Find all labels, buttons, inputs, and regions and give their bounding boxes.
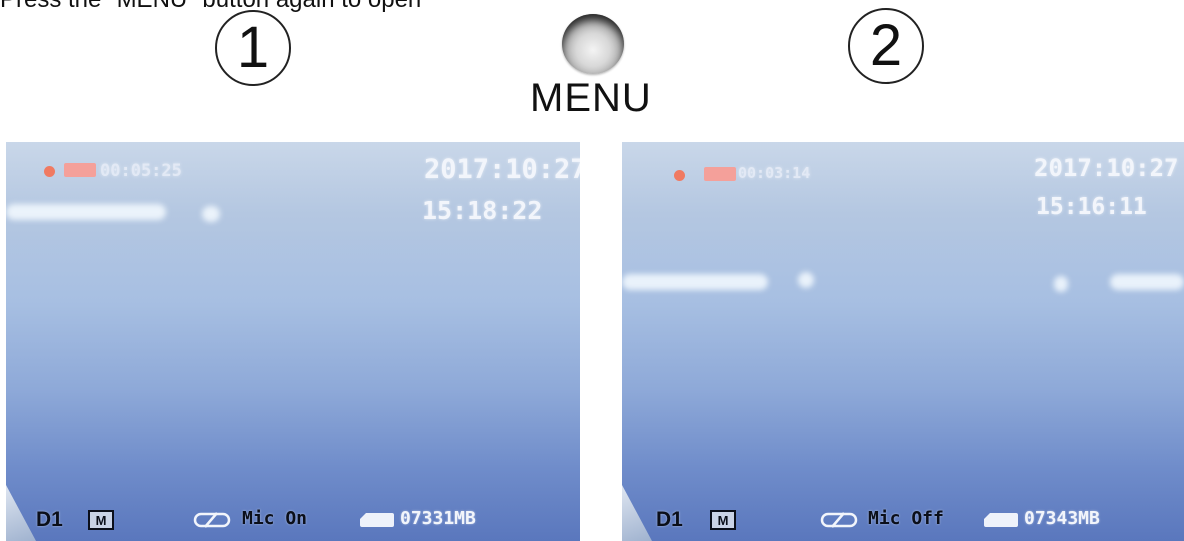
- storage-remaining: 07343MB: [1024, 508, 1100, 529]
- screen-glare: [202, 206, 220, 222]
- clock-readout: 15:18:22: [422, 196, 543, 225]
- screen-glare: [1110, 274, 1184, 290]
- clock-readout: 15:16:11: [1036, 194, 1147, 220]
- mode-indicator: M: [88, 510, 114, 530]
- screen-glare: [622, 274, 768, 290]
- record-badge-icon: [64, 163, 96, 177]
- sd-card-icon: [360, 513, 394, 527]
- elapsed-time: 00:05:25: [100, 161, 182, 181]
- loop-record-icon: [193, 512, 231, 528]
- record-dot-icon: [674, 170, 685, 181]
- sd-card-icon: [984, 513, 1018, 527]
- screen-glare: [6, 204, 166, 220]
- step-2-marker: 2: [848, 8, 924, 84]
- corner-glare: [622, 485, 652, 541]
- mode-indicator: M: [710, 510, 736, 530]
- step-1-marker: 1: [215, 10, 291, 86]
- menu-button-label: MENU: [530, 76, 652, 120]
- menu-button[interactable]: [562, 14, 624, 74]
- date-readout: 2017:10:27: [424, 154, 580, 185]
- resolution-label: D1: [656, 508, 683, 531]
- date-readout: 2017:10:27: [1034, 154, 1179, 182]
- record-dot-icon: [44, 166, 55, 177]
- instruction-text: Press the "MENU" button again to open: [0, 0, 421, 14]
- elapsed-time: 00:03:14: [738, 164, 811, 182]
- camera-screen-2: 00:03:14 2017:10:27 15:16:11 D1 M Mic Of…: [622, 142, 1184, 541]
- screen-glare: [1054, 276, 1068, 292]
- camera-screen-1: 00:05:25 2017:10:27 15:18:22 D1 M Mic On…: [6, 142, 580, 541]
- storage-remaining: 07331MB: [400, 508, 476, 529]
- mic-status: Mic On: [242, 508, 308, 529]
- loop-record-icon: [820, 512, 858, 528]
- screen-glare: [798, 272, 814, 288]
- resolution-label: D1: [36, 508, 63, 531]
- record-badge-icon: [704, 167, 736, 181]
- mic-status: Mic Off: [868, 508, 944, 529]
- corner-glare: [6, 485, 36, 541]
